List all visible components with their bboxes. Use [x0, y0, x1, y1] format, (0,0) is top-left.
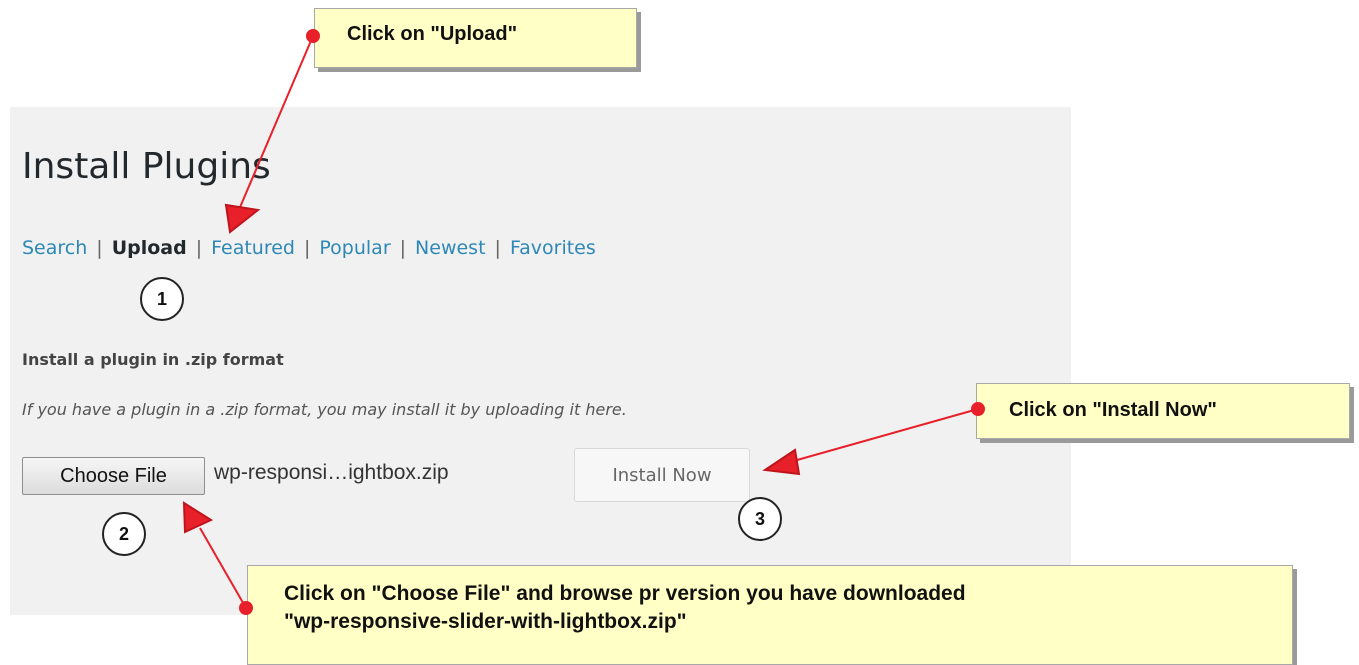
arrow-start-dot	[971, 402, 985, 416]
arrow-to-choose-file	[199, 527, 247, 609]
arrowhead-install-icon	[762, 448, 801, 476]
arrow-to-install-now	[789, 408, 979, 463]
annotation-arrows	[182, 29, 985, 615]
arrowhead-choose-file-icon	[182, 501, 214, 534]
step-marker-2: 2	[102, 512, 146, 556]
step-marker-3: 3	[738, 497, 782, 541]
arrow-start-dot	[239, 601, 253, 615]
arrowhead-upload-icon	[224, 203, 261, 234]
arrow-to-upload	[237, 35, 314, 213]
step-marker-1: 1	[140, 277, 184, 321]
arrow-start-dot	[306, 29, 320, 43]
